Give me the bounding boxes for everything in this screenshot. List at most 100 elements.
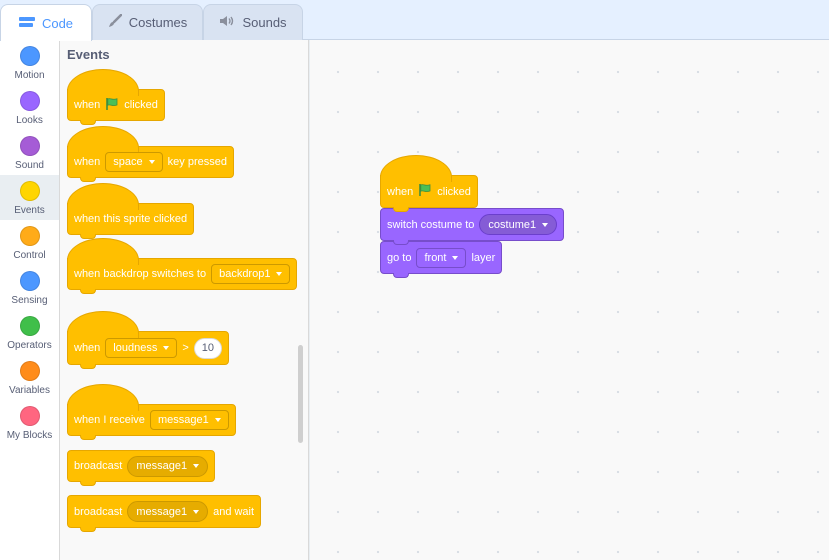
dropdown-caret-icon bbox=[542, 222, 549, 227]
events-color-dot bbox=[19, 181, 40, 201]
variables-color-dot bbox=[19, 361, 40, 381]
block-notch bbox=[80, 435, 96, 440]
dropdown-caret-icon bbox=[193, 509, 200, 514]
loudness-value-input[interactable]: 10 bbox=[193, 337, 223, 359]
category-label: Sound bbox=[15, 160, 44, 171]
category-control[interactable]: Control bbox=[0, 220, 59, 265]
category-label: Control bbox=[13, 250, 46, 261]
block-text: when bbox=[74, 99, 101, 111]
tab-costumes[interactable]: Costumes bbox=[92, 4, 203, 40]
dropdown-value: message1 bbox=[136, 460, 188, 472]
dropdown-caret-icon bbox=[452, 255, 459, 260]
category-label: Events bbox=[14, 205, 45, 216]
backdrop-dropdown[interactable]: backdrop1 bbox=[211, 264, 291, 284]
dropdown-caret-icon bbox=[214, 418, 221, 422]
tab-code[interactable]: Code bbox=[0, 4, 92, 41]
dropdown-value: backdrop1 bbox=[219, 268, 271, 280]
code-workspace[interactable]: when clicked switch costume to costume1 … bbox=[310, 40, 829, 560]
speaker-icon bbox=[219, 15, 235, 30]
category-operators[interactable]: Operators bbox=[0, 310, 59, 355]
category-label: Operators bbox=[7, 340, 52, 351]
dropdown-caret-icon bbox=[148, 160, 155, 164]
category-variables[interactable]: Variables bbox=[0, 355, 59, 400]
tab-code-label: Code bbox=[41, 15, 74, 31]
broadcast-message-dropdown[interactable]: message1 bbox=[127, 455, 209, 477]
category-label: Motion bbox=[14, 70, 45, 81]
when-flag-clicked-block[interactable]: when clicked bbox=[67, 69, 165, 125]
sensor-dropdown[interactable]: loudness bbox=[105, 338, 178, 358]
greater-than-operator: > bbox=[182, 342, 189, 354]
tab-costumes-label: Costumes bbox=[128, 15, 188, 30]
block-notch bbox=[393, 273, 409, 278]
green-flag-icon bbox=[418, 183, 432, 200]
block-text: when I receive bbox=[74, 414, 145, 426]
dropdown-value: message1 bbox=[136, 505, 188, 518]
green-flag-icon bbox=[105, 97, 119, 114]
block-notch bbox=[80, 364, 96, 369]
block-text: go to bbox=[387, 251, 412, 264]
operators-color-dot bbox=[19, 316, 40, 336]
block-palette: Events when clicked when space key press… bbox=[60, 40, 309, 560]
brush-icon bbox=[108, 13, 122, 31]
category-events[interactable]: Events bbox=[0, 175, 59, 220]
tab-sounds-label: Sounds bbox=[242, 15, 287, 30]
key-dropdown[interactable]: space bbox=[105, 152, 163, 172]
block-text: when bbox=[74, 156, 101, 168]
costume-dropdown[interactable]: costume1 bbox=[479, 214, 558, 235]
tab-sounds[interactable]: Sounds bbox=[203, 4, 303, 40]
block-notch bbox=[393, 207, 409, 212]
looks-color-dot bbox=[19, 91, 40, 111]
block-text: clicked bbox=[437, 185, 471, 198]
dropdown-value: front bbox=[424, 251, 447, 264]
when-sprite-clicked-block[interactable]: when this sprite clicked bbox=[67, 183, 195, 239]
scratch-editor: Code Costumes Sounds Motion Looks Sound bbox=[0, 0, 829, 560]
category-label: Sensing bbox=[11, 295, 48, 306]
block-notch bbox=[80, 289, 96, 294]
broadcast-wait-message-dropdown[interactable]: message1 bbox=[127, 501, 209, 522]
when-loudness-block[interactable]: when loudness > 10 bbox=[67, 311, 230, 369]
sensing-color-dot bbox=[19, 271, 40, 291]
block-text: when backdrop switches to bbox=[74, 268, 207, 280]
block-text: broadcast bbox=[74, 505, 123, 518]
broadcast-block[interactable]: broadcast message1 bbox=[67, 450, 216, 486]
layer-dropdown[interactable]: front bbox=[416, 247, 467, 268]
category-sensing[interactable]: Sensing bbox=[0, 265, 59, 310]
category-sound[interactable]: Sound bbox=[0, 130, 59, 175]
category-label: Looks bbox=[16, 115, 43, 126]
category-looks[interactable]: Looks bbox=[0, 85, 59, 130]
switch-costume-block[interactable]: switch costume to costume1 bbox=[380, 208, 565, 245]
dropdown-value: loudness bbox=[113, 342, 158, 354]
block-notch bbox=[80, 177, 96, 182]
block-text: when bbox=[387, 185, 414, 198]
broadcast-and-wait-block[interactable]: broadcast message1 and wait bbox=[67, 495, 262, 532]
code-icon bbox=[18, 16, 35, 31]
block-notch bbox=[80, 527, 96, 532]
dropdown-value: space bbox=[113, 156, 143, 168]
block-text: switch costume to bbox=[387, 218, 475, 231]
block-text: when bbox=[74, 342, 101, 354]
category-label: Variables bbox=[9, 385, 50, 396]
block-notch bbox=[80, 481, 96, 486]
category-my-blocks[interactable]: My Blocks bbox=[0, 400, 59, 445]
editor-tab-bar: Code Costumes Sounds bbox=[0, 0, 829, 41]
dropdown-value: costume1 bbox=[488, 218, 537, 231]
control-color-dot bbox=[19, 226, 40, 246]
dropdown-caret-icon bbox=[276, 272, 283, 276]
category-motion[interactable]: Motion bbox=[0, 40, 59, 85]
block-notch bbox=[80, 120, 96, 125]
motion-color-dot bbox=[19, 46, 40, 66]
go-to-layer-block[interactable]: go to front layer bbox=[380, 241, 503, 278]
message-dropdown[interactable]: message1 bbox=[149, 410, 229, 430]
category-menu: Motion Looks Sound Events Control Sensin… bbox=[0, 40, 60, 560]
block-text: layer bbox=[471, 251, 496, 264]
when-key-pressed-block[interactable]: when space key pressed bbox=[67, 126, 234, 182]
block-text: clicked bbox=[124, 99, 158, 111]
dropdown-caret-icon bbox=[163, 346, 170, 350]
when-i-receive-block[interactable]: when I receive message1 bbox=[67, 384, 236, 440]
sound-color-dot bbox=[19, 136, 40, 156]
script-when-flag-clicked-block[interactable]: when clicked bbox=[380, 155, 478, 212]
my-blocks-color-dot bbox=[19, 406, 40, 426]
block-text: broadcast bbox=[74, 460, 123, 472]
when-backdrop-switches-block[interactable]: when backdrop switches to backdrop1 bbox=[67, 238, 298, 294]
palette-scrollbar[interactable] bbox=[298, 345, 303, 443]
